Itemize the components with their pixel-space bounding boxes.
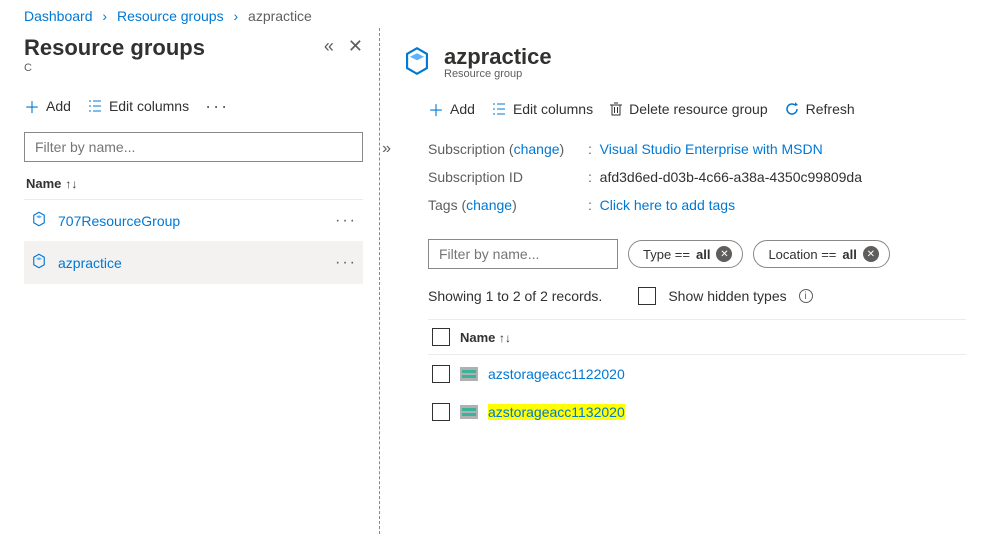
delete-label: Delete resource group xyxy=(629,101,768,117)
detail-subtitle: Resource group xyxy=(444,68,552,80)
breadcrumb: Dashboard › Resource groups › azpractice xyxy=(0,0,982,28)
columns-icon xyxy=(491,102,507,116)
sort-icon: ↑↓ xyxy=(499,331,511,345)
chevron-right-icon: › xyxy=(227,8,244,24)
change-link[interactable]: change xyxy=(466,197,512,213)
filter-input[interactable] xyxy=(24,132,363,162)
panel-subtitle: C xyxy=(24,62,205,74)
plus-icon: ＋ xyxy=(24,94,40,118)
select-all-checkbox[interactable] xyxy=(432,328,450,346)
add-button[interactable]: ＋ Add xyxy=(24,94,71,118)
resource-row[interactable]: azstorageacc1122020 xyxy=(428,355,966,393)
close-icon[interactable]: ✕ xyxy=(348,36,363,57)
detail-title: azpractice xyxy=(444,45,552,68)
resource-name: azstorageacc1122020 xyxy=(488,366,625,382)
add-button[interactable]: ＋ Add xyxy=(428,97,475,121)
show-hidden-label: Show hidden types xyxy=(668,288,786,304)
resource-group-icon xyxy=(400,44,434,81)
resource-group-item[interactable]: azpractice ··· xyxy=(24,242,363,284)
more-icon[interactable]: ··· xyxy=(205,96,229,117)
type-filter-prefix: Type == xyxy=(643,247,690,262)
refresh-label: Refresh xyxy=(806,101,855,117)
subscription-id-value: afd3d6ed-d03b-4c66-a38a-4350c99809da xyxy=(600,169,862,185)
edit-columns-button[interactable]: Edit columns xyxy=(491,101,593,117)
expand-icon[interactable]: » xyxy=(382,140,391,158)
breadcrumb-item-current[interactable]: azpractice xyxy=(248,8,312,24)
clear-icon[interactable]: ✕ xyxy=(863,246,879,262)
trash-icon xyxy=(609,101,623,117)
resource-row[interactable]: azstorageacc1132020 xyxy=(428,393,966,431)
storage-account-icon xyxy=(460,367,478,381)
subscription-value[interactable]: Visual Studio Enterprise with MSDN xyxy=(600,141,823,157)
chevron-right-icon: › xyxy=(96,8,113,24)
refresh-button[interactable]: Refresh xyxy=(784,101,855,117)
add-label: Add xyxy=(46,98,71,114)
tags-label: Tags (change) xyxy=(428,197,588,213)
row-checkbox[interactable] xyxy=(432,365,450,383)
subscription-label: Subscription (change) xyxy=(428,141,588,157)
storage-account-icon xyxy=(460,405,478,419)
panel-title: Resource groups xyxy=(24,36,205,60)
breadcrumb-item[interactable]: Resource groups xyxy=(117,8,224,24)
records-count: Showing 1 to 2 of 2 records. xyxy=(428,288,602,304)
column-header-name[interactable]: Name ↑↓ xyxy=(24,162,363,200)
type-filter-value: all xyxy=(696,247,710,262)
resource-group-item[interactable]: 707ResourceGroup ··· xyxy=(24,200,363,242)
sort-icon: ↑↓ xyxy=(65,177,77,191)
resource-group-detail-panel: azpractice Resource group ＋ Add Edit col… xyxy=(380,28,982,534)
refresh-icon xyxy=(784,101,800,117)
edit-columns-button[interactable]: Edit columns xyxy=(87,98,189,114)
add-label: Add xyxy=(450,101,475,117)
resource-filter-input[interactable] xyxy=(428,239,618,269)
column-header-name[interactable]: Name ↑↓ xyxy=(460,330,511,345)
delete-button[interactable]: Delete resource group xyxy=(609,101,768,117)
subscription-id-label: Subscription ID xyxy=(428,169,588,185)
clear-icon[interactable]: ✕ xyxy=(716,246,732,262)
type-filter-pill[interactable]: Type == all ✕ xyxy=(628,240,743,268)
resource-group-icon xyxy=(30,252,48,273)
item-more-icon[interactable]: ··· xyxy=(335,254,357,272)
resource-groups-panel: Resource groups C « ✕ ＋ Add Edit columns… xyxy=(0,28,380,534)
show-hidden-checkbox[interactable] xyxy=(638,287,656,305)
location-filter-pill[interactable]: Location == all ✕ xyxy=(753,240,889,268)
resource-group-name: azpractice xyxy=(58,255,122,271)
change-link[interactable]: change xyxy=(514,141,560,157)
resource-group-name: 707ResourceGroup xyxy=(58,213,180,229)
row-checkbox[interactable] xyxy=(432,403,450,421)
info-icon[interactable]: i xyxy=(799,289,813,303)
location-filter-prefix: Location == xyxy=(768,247,836,262)
item-more-icon[interactable]: ··· xyxy=(335,212,357,230)
collapse-icon[interactable]: « xyxy=(324,36,334,57)
resource-group-icon xyxy=(30,210,48,231)
resource-name: azstorageacc1132020 xyxy=(488,404,625,420)
columns-icon xyxy=(87,99,103,113)
tags-value[interactable]: Click here to add tags xyxy=(600,197,735,213)
column-label: Name xyxy=(460,330,495,345)
edit-columns-label: Edit columns xyxy=(109,98,189,114)
breadcrumb-item[interactable]: Dashboard xyxy=(24,8,93,24)
plus-icon: ＋ xyxy=(428,97,444,121)
edit-columns-label: Edit columns xyxy=(513,101,593,117)
column-label: Name xyxy=(26,176,61,191)
location-filter-value: all xyxy=(842,247,856,262)
